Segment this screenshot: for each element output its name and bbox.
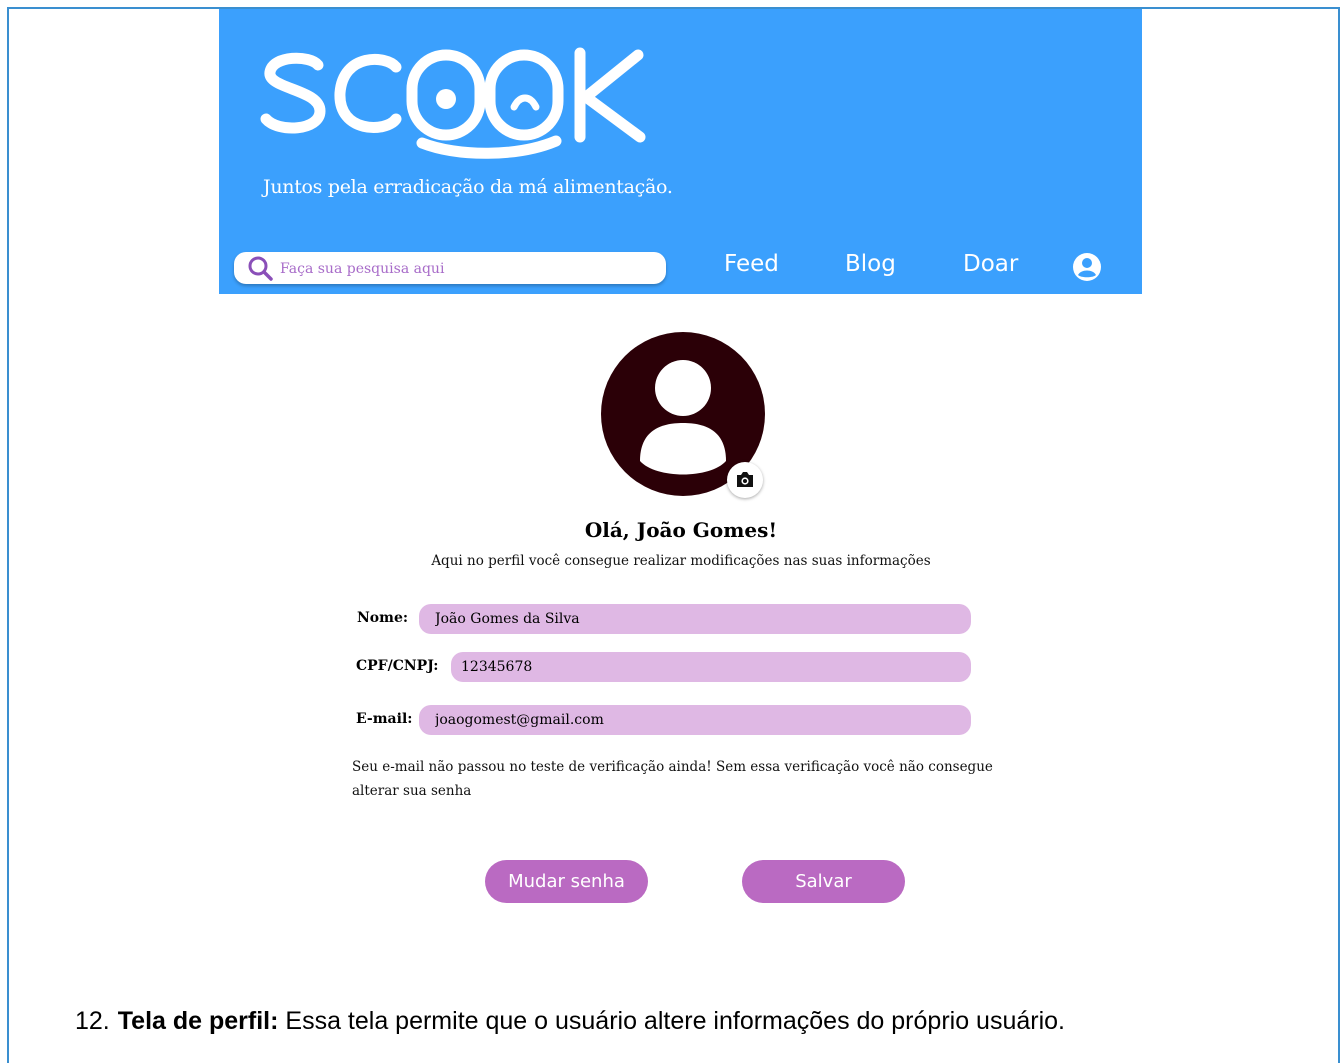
name-label: Nome: xyxy=(357,610,409,626)
email-field[interactable] xyxy=(419,705,971,735)
scook-logo xyxy=(258,45,658,165)
search-icon[interactable] xyxy=(248,256,274,286)
profile-subtitle: Aqui no perfil você consegue realizar mo… xyxy=(431,553,931,569)
nav-doar-link[interactable]: Doar xyxy=(963,251,1018,277)
caption-text: Essa tela permite que o usuário altere i… xyxy=(278,1007,1065,1035)
save-button[interactable]: Salvar xyxy=(742,860,905,903)
profile-greeting: Olá, João Gomes! xyxy=(584,518,778,542)
caption-title: Tela de perfil: xyxy=(117,1007,279,1035)
cpf-cnpj-label: CPF/CNPJ: xyxy=(356,658,439,674)
tagline: Juntos pela erradicação da má alimentaçã… xyxy=(263,176,673,198)
change-password-button[interactable]: Mudar senha xyxy=(485,860,648,903)
nav-feed-link[interactable]: Feed xyxy=(724,251,779,277)
caption-number: 12. xyxy=(75,1007,110,1035)
search-bar[interactable] xyxy=(234,252,666,284)
email-label: E-mail: xyxy=(356,711,413,727)
change-photo-button[interactable] xyxy=(727,462,763,498)
user-circle-icon[interactable] xyxy=(1072,252,1102,286)
camera-icon xyxy=(737,472,753,487)
email-verification-warning: Seu e-mail não passou no teste de verifi… xyxy=(352,759,993,799)
search-input[interactable] xyxy=(278,255,652,283)
cpf-cnpj-field[interactable] xyxy=(451,652,971,682)
name-field[interactable] xyxy=(419,604,971,634)
nav-blog-link[interactable]: Blog xyxy=(845,251,896,277)
figure-caption: 12. Tela de perfil: Essa tela permite que… xyxy=(75,1007,1340,1036)
